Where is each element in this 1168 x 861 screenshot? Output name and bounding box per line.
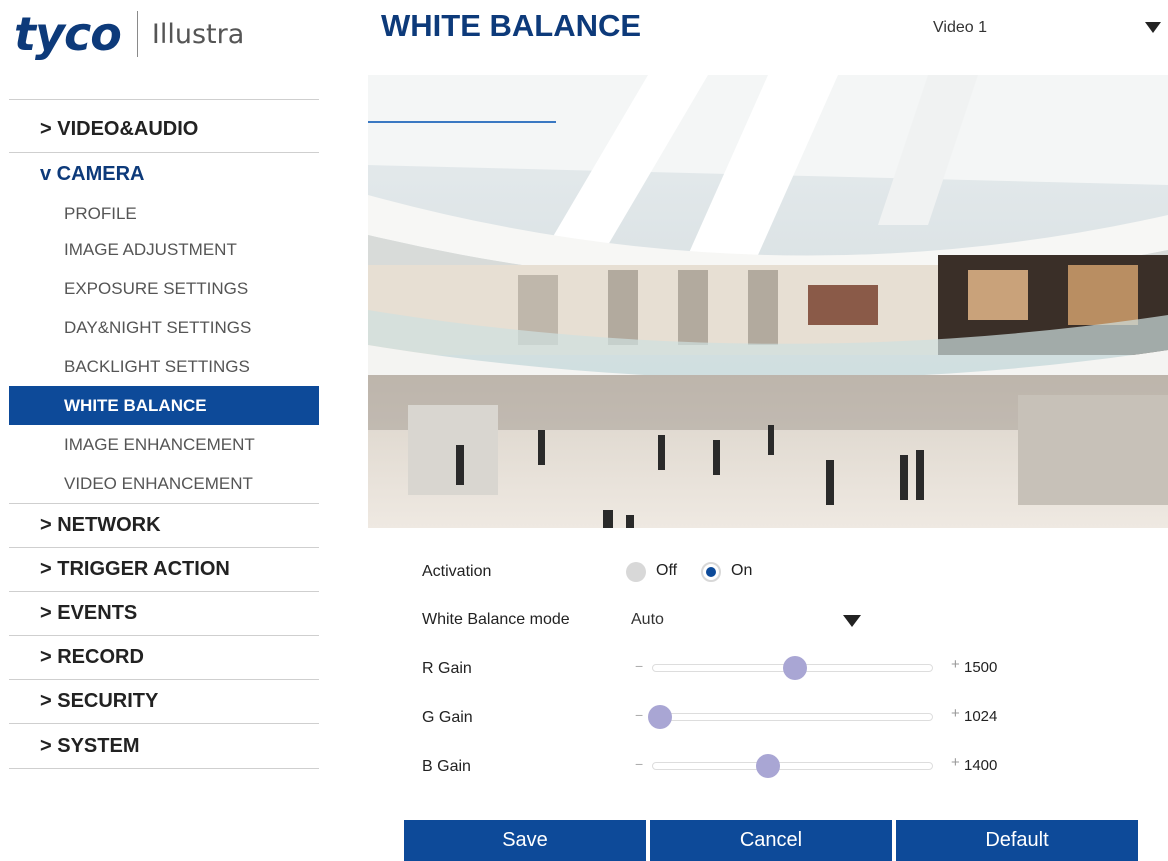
activation-off-label: Off [656, 562, 678, 579]
activation-on-label: On [731, 562, 753, 579]
page-title: WHITE BALANCE [381, 8, 642, 43]
b-gain-slider-handle[interactable] [756, 754, 780, 778]
activation-on-radio[interactable] [701, 562, 721, 582]
sidebar-subitem-day-night-settings[interactable]: DAY&NIGHT SETTINGS [9, 308, 319, 347]
b-gain-minus-icon[interactable]: − [635, 756, 643, 772]
sidebar-subitem-profile[interactable]: PROFILE [9, 196, 319, 230]
chevron-down-icon[interactable] [1145, 22, 1161, 33]
g-gain-slider-handle[interactable] [648, 705, 672, 729]
chevron-down-icon[interactable] [843, 615, 861, 627]
b-gain-label: B Gain [422, 758, 471, 775]
g-gain-plus-icon[interactable]: + [951, 705, 960, 722]
g-gain-minus-icon[interactable]: − [635, 707, 643, 723]
sidebar-nav: > VIDEO&AUDIO v CAMERA PROFILE IMAGE ADJ… [9, 99, 319, 769]
logo-product: Illustra [151, 18, 245, 50]
sidebar-subitem-image-enhancement[interactable]: IMAGE ENHANCEMENT [9, 425, 319, 464]
g-gain-label: G Gain [422, 709, 473, 726]
sidebar-item-record[interactable]: > RECORD [9, 635, 319, 679]
logo: tyco Illustra [14, 6, 244, 62]
g-gain-slider-track[interactable] [652, 713, 933, 721]
r-gain-minus-icon[interactable]: − [635, 658, 643, 674]
sidebar-item-trigger-action[interactable]: > TRIGGER ACTION [9, 547, 319, 591]
wb-mode-label: White Balance mode [422, 611, 570, 628]
default-button[interactable]: Default [896, 820, 1138, 861]
wb-mode-select[interactable]: Auto [631, 611, 664, 629]
sidebar-item-camera[interactable]: v CAMERA [9, 152, 319, 196]
sidebar-subitem-exposure-settings[interactable]: EXPOSURE SETTINGS [9, 269, 319, 308]
activation-label: Activation [422, 563, 492, 580]
b-gain-value: 1400 [964, 757, 998, 774]
sidebar-item-video-audio[interactable]: > VIDEO&AUDIO [9, 99, 319, 152]
r-gain-plus-icon[interactable]: + [951, 656, 960, 673]
sidebar-item-network[interactable]: > NETWORK [9, 503, 319, 547]
cancel-button[interactable]: Cancel [650, 820, 892, 861]
logo-brand: tyco [14, 7, 122, 61]
activation-off-radio[interactable] [626, 562, 646, 582]
r-gain-label: R Gain [422, 660, 472, 677]
camera-image [368, 75, 1168, 528]
sidebar-subitem-image-adjustment[interactable]: IMAGE ADJUSTMENT [9, 230, 319, 269]
save-button[interactable]: Save [404, 820, 646, 861]
video-source-select[interactable]: Video 1 [933, 19, 987, 37]
logo-divider [136, 11, 138, 57]
b-gain-plus-icon[interactable]: + [951, 754, 960, 771]
sidebar-item-security[interactable]: > SECURITY [9, 679, 319, 723]
sidebar-subitem-backlight-settings[interactable]: BACKLIGHT SETTINGS [9, 347, 319, 386]
g-gain-value: 1024 [964, 708, 998, 725]
sidebar-item-system[interactable]: > SYSTEM [9, 723, 319, 769]
r-gain-value: 1500 [964, 659, 998, 676]
r-gain-slider-handle[interactable] [783, 656, 807, 680]
b-gain-slider-track[interactable] [652, 762, 933, 770]
sidebar-subitem-white-balance[interactable]: WHITE BALANCE [9, 386, 319, 425]
sidebar-subitem-video-enhancement[interactable]: VIDEO ENHANCEMENT [9, 464, 319, 503]
sidebar-item-events[interactable]: > EVENTS [9, 591, 319, 635]
video-preview [368, 75, 1168, 528]
